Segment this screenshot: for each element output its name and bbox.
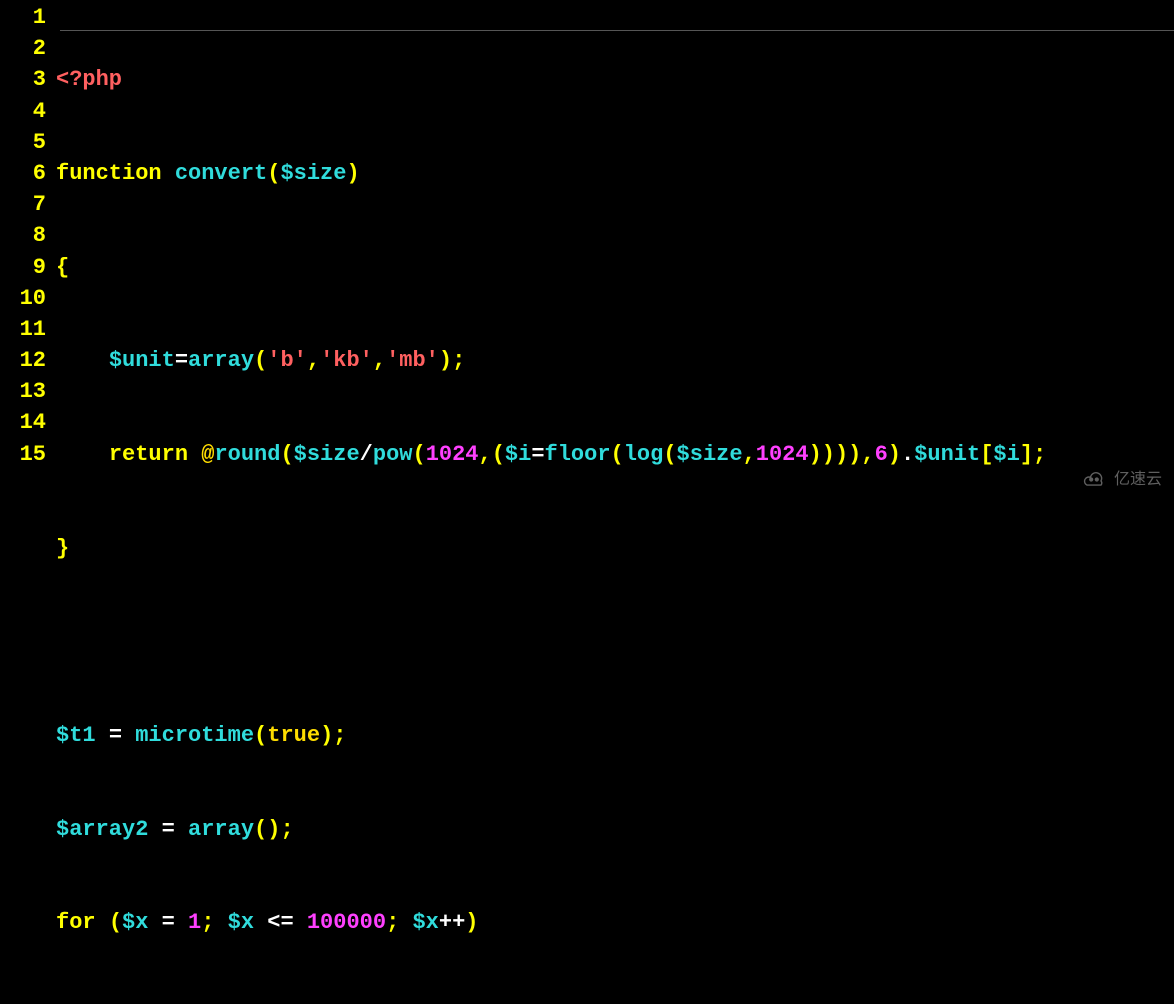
line-number-gutter: 1 2 3 4 5 6 7 8 9 10 11 12 13 14 15 bbox=[0, 2, 56, 1004]
line-number: 14 bbox=[0, 407, 46, 438]
line-number: 1 bbox=[0, 2, 46, 33]
line-number: 12 bbox=[0, 345, 46, 376]
code-line: { bbox=[56, 1001, 1174, 1004]
line-number: 6 bbox=[0, 158, 46, 189]
code-line: return @round($size/pow(1024,($i=floor(l… bbox=[56, 439, 1174, 470]
code-editor[interactable]: 1 2 3 4 5 6 7 8 9 10 11 12 13 14 15 <?ph… bbox=[0, 0, 1174, 1004]
line-number: 13 bbox=[0, 376, 46, 407]
code-content[interactable]: <?php function convert($size) { $unit=ar… bbox=[56, 2, 1174, 1004]
code-line: $unit=array('b','kb','mb'); bbox=[56, 345, 1174, 376]
line-number: 11 bbox=[0, 314, 46, 345]
line-number: 15 bbox=[0, 439, 46, 470]
code-line: function convert($size) bbox=[56, 158, 1174, 189]
code-line: $array2 = array(); bbox=[56, 814, 1174, 845]
separator-line bbox=[60, 30, 1174, 31]
code-line: $t1 = microtime(true); bbox=[56, 720, 1174, 751]
line-number: 2 bbox=[0, 33, 46, 64]
line-number: 8 bbox=[0, 220, 46, 251]
line-number: 7 bbox=[0, 189, 46, 220]
line-number: 5 bbox=[0, 127, 46, 158]
code-line: <?php bbox=[56, 64, 1174, 95]
line-number: 4 bbox=[0, 96, 46, 127]
line-number: 3 bbox=[0, 64, 46, 95]
cloud-icon bbox=[1080, 466, 1108, 494]
line-number: 9 bbox=[0, 252, 46, 283]
code-line bbox=[56, 626, 1174, 657]
line-number: 10 bbox=[0, 283, 46, 314]
watermark: 亿速云 bbox=[1080, 466, 1162, 494]
code-line: for ($x = 1; $x <= 100000; $x++) bbox=[56, 907, 1174, 938]
watermark-text: 亿速云 bbox=[1114, 469, 1162, 492]
code-line: } bbox=[56, 533, 1174, 564]
code-line: { bbox=[56, 252, 1174, 283]
